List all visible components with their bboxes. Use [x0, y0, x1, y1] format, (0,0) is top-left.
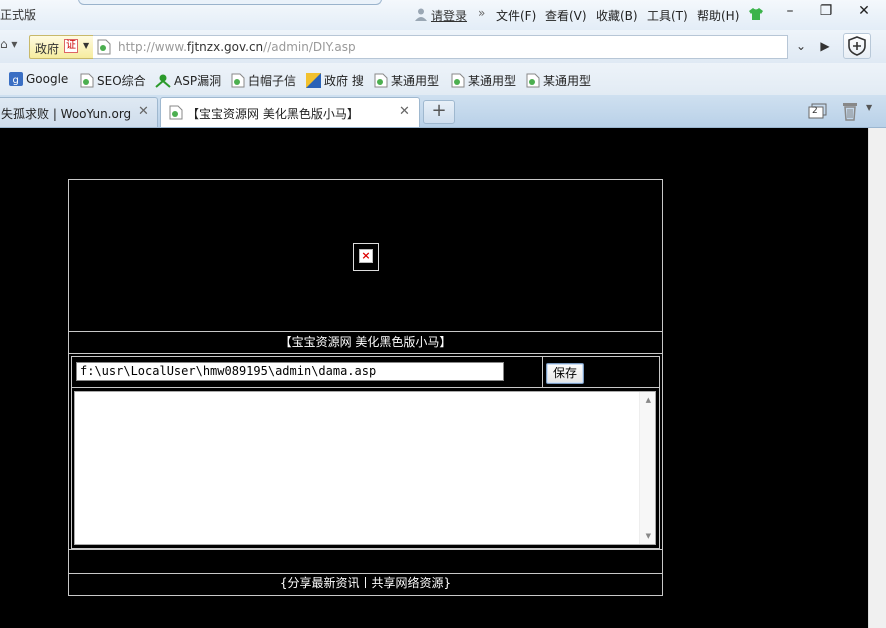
double-chevron-icon[interactable]: » — [478, 6, 485, 20]
bookmarks-bar: g Google SEO综合 ASP漏洞 白帽子信 政府 搜 某通用型 某通用型 … — [0, 63, 886, 95]
address-bar: ⌂ ▾ 政府 证 ▼ http://www.fjtnzx.gov.cn//adm… — [0, 30, 886, 63]
menu-favorites[interactable]: 收藏(B) — [596, 7, 638, 24]
url-input[interactable]: http://www.fjtnzx.gov.cn//admin/DIY.asp — [93, 35, 788, 59]
scroll-up-icon[interactable]: ▲ — [646, 396, 651, 404]
bookmark-gov-search[interactable]: 政府 搜 — [306, 72, 364, 89]
search-site-icon — [306, 73, 321, 88]
closed-tabs-button[interactable]: 2 — [808, 103, 828, 119]
bookmark-asp[interactable]: ASP漏洞 — [155, 72, 221, 89]
close-window-button[interactable]: ✕ — [846, 0, 882, 24]
chevron-down-icon[interactable]: ▼ — [866, 103, 872, 112]
go-arrow-icon[interactable]: ▶ — [814, 35, 836, 59]
page-icon — [526, 73, 540, 88]
menu-file[interactable]: 文件(F) — [496, 7, 536, 24]
page-icon — [231, 73, 245, 88]
bug-icon — [155, 74, 171, 88]
tab-strip: 失孤求败 | WooYun.org ✕ 【宝宝资源网 美化黑色版小马】 ✕ + … — [0, 95, 886, 128]
page-icon — [80, 73, 94, 88]
tab-count: 2 — [812, 106, 818, 116]
footer-text: {分享最新资讯丨共享网络资源} — [279, 576, 452, 590]
user-icon — [415, 8, 427, 21]
trash-icon[interactable] — [841, 101, 859, 121]
page-scrollbar[interactable] — [868, 128, 886, 628]
home-dropdown-icon[interactable]: ⌂ ▾ — [0, 37, 22, 57]
shell-frame: × 【宝宝资源网 美化黑色版小马】 保存 ▲ ▼ {分享最新资讯丨共享网络资源} — [68, 179, 663, 596]
bookmark-seo[interactable]: SEO综合 — [80, 72, 146, 89]
url-text: http://www.fjtnzx.gov.cn//admin/DIY.asp — [118, 40, 356, 54]
close-tab-icon[interactable]: ✕ — [138, 104, 149, 119]
bookmark-whitehat[interactable]: 白帽子信 — [231, 72, 296, 89]
tab-wooyun[interactable]: 失孤求败 | WooYun.org ✕ — [0, 97, 158, 127]
cert-icon: 证 — [64, 39, 78, 53]
broken-image-icon: × — [353, 243, 379, 271]
bookmark-generic-1[interactable]: 某通用型 — [374, 72, 439, 89]
broken-image-x: × — [359, 249, 373, 263]
restore-button[interactable]: ❐ — [808, 0, 844, 24]
page-icon — [374, 73, 388, 88]
skin-shirt-icon[interactable] — [748, 7, 764, 21]
gov-label: 政府 — [35, 42, 60, 56]
login-link[interactable]: 请登录 — [431, 7, 467, 24]
save-button[interactable]: 保存 — [546, 363, 584, 384]
tab-shell[interactable]: 【宝宝资源网 美化黑色版小马】 ✕ — [160, 97, 420, 127]
page-icon — [169, 105, 183, 120]
file-path-input[interactable] — [76, 362, 504, 381]
title-search-box[interactable] — [78, 0, 382, 5]
menu-tools[interactable]: 工具(T) — [647, 7, 688, 24]
tab-label: 失孤求败 | WooYun.org — [1, 107, 132, 121]
menu-view[interactable]: 查看(V) — [545, 7, 587, 24]
close-tab-icon[interactable]: ✕ — [399, 104, 410, 119]
minimize-button[interactable]: – — [772, 0, 808, 24]
scroll-down-icon[interactable]: ▼ — [646, 532, 651, 540]
path-row: 保存 — [72, 357, 659, 388]
chevron-down-icon: ▼ — [83, 41, 90, 50]
bookmark-generic-3[interactable]: 某通用型 — [526, 72, 591, 89]
editor-table: 保存 ▲ ▼ — [71, 356, 660, 549]
page-content: × 【宝宝资源网 美化黑色版小马】 保存 ▲ ▼ {分享最新资讯丨共享网络资源} — [0, 128, 868, 628]
banner-area: × — [69, 180, 662, 332]
google-icon: g — [9, 72, 23, 86]
menu-help[interactable]: 帮助(H) — [697, 7, 739, 24]
page-icon — [451, 73, 465, 88]
security-shield-icon[interactable] — [843, 33, 871, 59]
tab-label: 【宝宝资源网 美化黑色版小马】 — [187, 107, 359, 121]
file-content-textarea[interactable]: ▲ ▼ — [74, 391, 656, 545]
page-icon — [97, 39, 111, 55]
gov-cert-badge[interactable]: 政府 证 ▼ — [29, 35, 95, 59]
new-tab-button[interactable]: + — [423, 100, 455, 124]
svg-text:g: g — [13, 75, 19, 86]
bookmark-google[interactable]: g Google — [9, 72, 68, 86]
spacer-row — [69, 549, 662, 574]
page-title: 【宝宝资源网 美化黑色版小马】 — [69, 332, 662, 354]
bookmark-generic-2[interactable]: 某通用型 — [451, 72, 516, 89]
app-title: 正式版 — [0, 8, 37, 22]
title-bar: 正式版 请登录 » 文件(F) 查看(V) 收藏(B) 工具(T) 帮助(H) … — [0, 0, 886, 30]
textarea-scrollbar[interactable]: ▲ ▼ — [639, 392, 655, 544]
tabs-stack-icon — [808, 103, 827, 119]
divider — [542, 357, 543, 387]
url-history-dropdown-icon[interactable]: ⌄ — [790, 35, 812, 59]
